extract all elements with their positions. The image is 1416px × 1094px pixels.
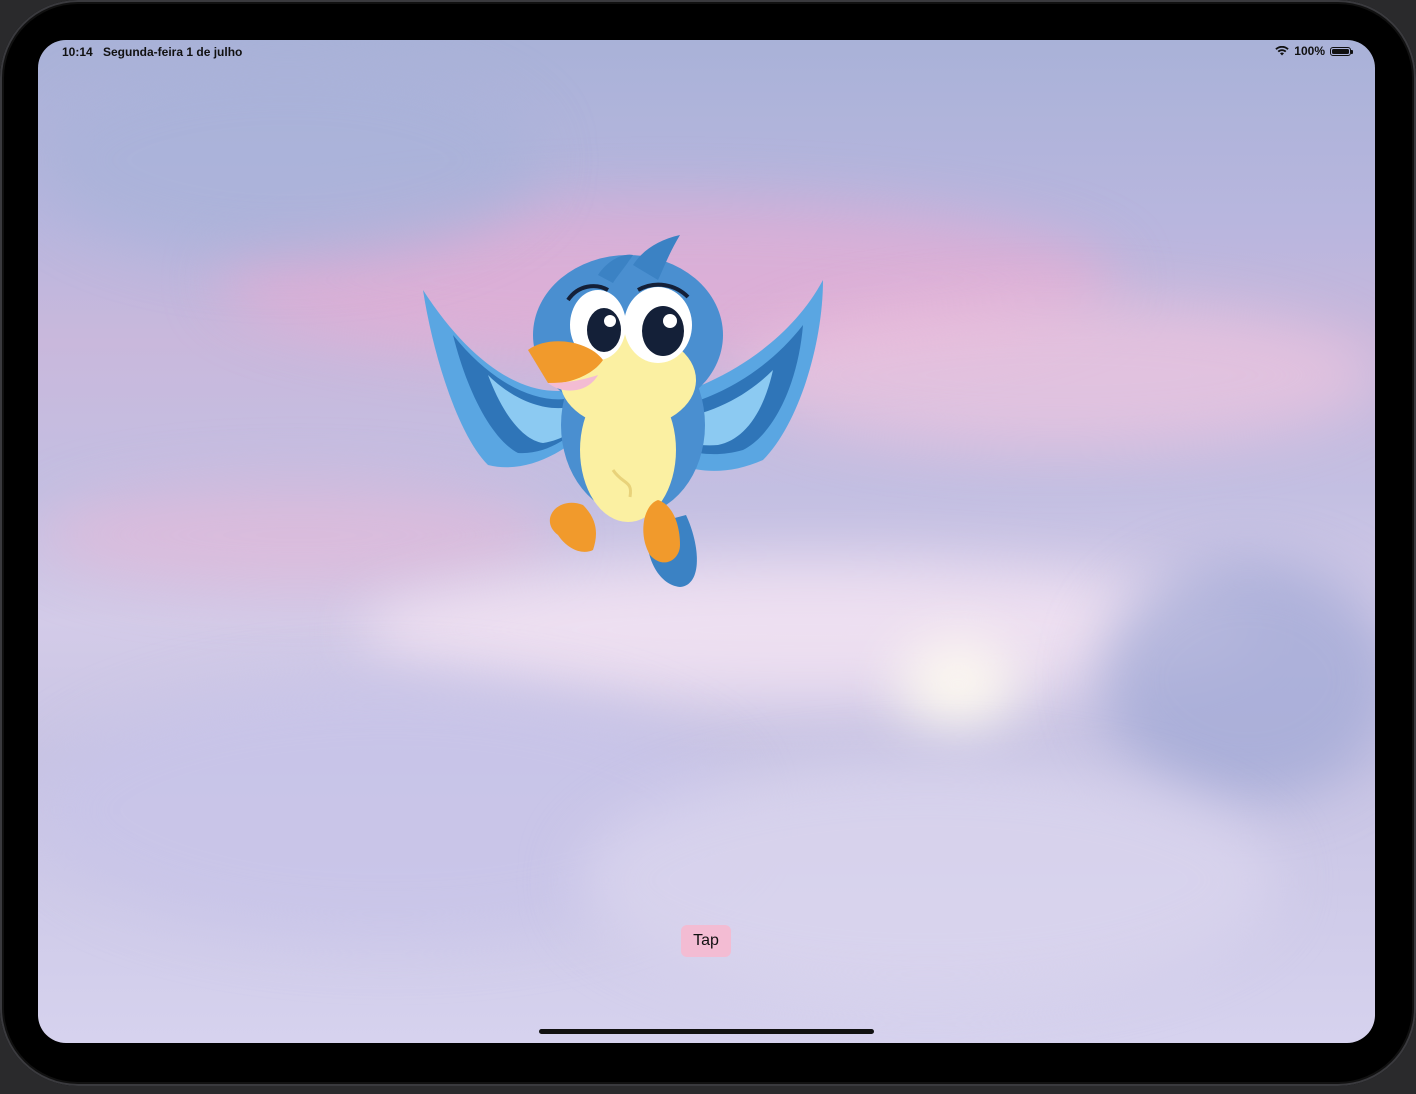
tap-button[interactable]: Tap — [681, 925, 731, 957]
battery-icon — [1330, 46, 1353, 56]
status-indicators: 100% — [1275, 44, 1353, 58]
battery-level-fill — [1332, 48, 1349, 54]
battery-percentage: 100% — [1294, 44, 1325, 58]
home-indicator[interactable] — [539, 1029, 874, 1034]
status-bar: 10:14 Segunda-feira 1 de julho 100% — [38, 40, 1375, 64]
app-screen: 10:14 Segunda-feira 1 de julho 100% Tap — [38, 40, 1375, 1043]
bird-illustration — [423, 235, 823, 587]
status-time: 10:14 — [62, 45, 93, 59]
ipad-device-frame: 10:14 Segunda-feira 1 de julho 100% Tap — [0, 0, 1416, 1086]
status-date: Segunda-feira 1 de julho — [103, 45, 243, 59]
wifi-icon — [1275, 46, 1289, 56]
